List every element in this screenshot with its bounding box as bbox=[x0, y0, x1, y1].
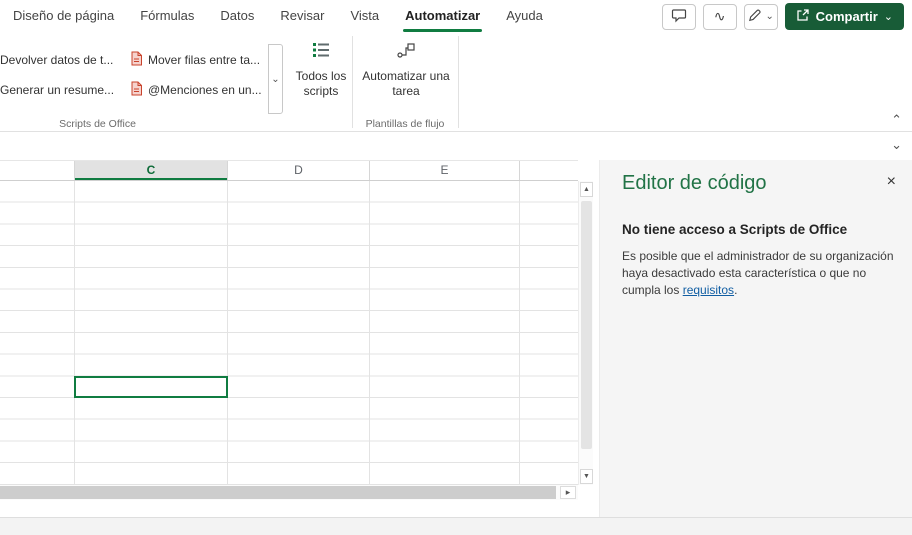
vertical-scrollbar[interactable]: ▲ ▼ bbox=[578, 181, 593, 485]
script-gallery-item[interactable]: Generar un resume... bbox=[0, 78, 126, 102]
no-access-message: Es posible que el administrador de su or… bbox=[622, 248, 898, 299]
gridline bbox=[227, 181, 228, 485]
script-item-label: Mover filas entre ta... bbox=[148, 53, 261, 67]
spreadsheet-grid[interactable] bbox=[0, 181, 578, 485]
chevron-down-icon: ⌄ bbox=[271, 73, 280, 85]
gridline bbox=[74, 181, 75, 485]
flow-icon bbox=[396, 40, 416, 63]
share-button[interactable]: Compartir ⌄ bbox=[784, 3, 904, 30]
expand-formula-bar-button[interactable]: ⌄ bbox=[891, 137, 902, 153]
column-headers: C D E bbox=[0, 160, 578, 181]
catch-up-button[interactable]: ∿ bbox=[702, 3, 737, 30]
pen-icon bbox=[747, 8, 762, 26]
message-text: . bbox=[734, 283, 738, 297]
automate-task-button[interactable]: Automatizar una tarea bbox=[358, 40, 454, 124]
gallery-more-button[interactable]: ⌄ bbox=[268, 44, 283, 114]
topbar-actions: ∿ ⌄ Compartir ⌄ bbox=[661, 3, 904, 30]
all-scripts-label: Todos los scripts bbox=[295, 69, 347, 98]
automate-task-label: Automatizar una tarea bbox=[362, 69, 450, 98]
column-header-e[interactable]: E bbox=[370, 161, 520, 180]
tab-diseno-de-pagina[interactable]: Diseño de página bbox=[0, 0, 127, 32]
scroll-up-icon: ▲ bbox=[583, 186, 590, 193]
gridline bbox=[369, 181, 370, 485]
message-text: Es posible que el administrador de su or… bbox=[622, 249, 894, 297]
comment-icon bbox=[671, 7, 687, 26]
tab-formulas[interactable]: Fórmulas bbox=[127, 0, 207, 32]
ribbon-automatizar: Devolver datos de t... Mover filas entre… bbox=[0, 32, 912, 132]
office-script-icon bbox=[130, 51, 143, 69]
script-gallery-item[interactable]: @Menciones en un... bbox=[130, 78, 268, 102]
comments-button[interactable] bbox=[661, 3, 696, 30]
scroll-down-button[interactable]: ▼ bbox=[580, 469, 593, 484]
column-header-d[interactable]: D bbox=[228, 161, 370, 180]
script-item-label: Generar un resume... bbox=[0, 83, 115, 97]
tab-ayuda[interactable]: Ayuda bbox=[493, 0, 556, 32]
collapse-ribbon-button[interactable]: ⌃ bbox=[891, 112, 902, 128]
column-header-c[interactable]: C bbox=[75, 161, 228, 180]
script-item-label: Devolver datos de t... bbox=[0, 53, 114, 67]
office-script-icon bbox=[130, 81, 143, 99]
all-scripts-icon bbox=[311, 40, 331, 63]
group-separator bbox=[352, 36, 353, 128]
close-icon: × bbox=[886, 173, 896, 190]
requisitos-link[interactable]: requisitos bbox=[683, 283, 734, 297]
code-editor-pane: Editor de código × No tiene acceso a Scr… bbox=[599, 160, 912, 517]
column-header-partial[interactable] bbox=[0, 161, 75, 180]
share-button-label: Compartir bbox=[815, 9, 878, 24]
tab-vista[interactable]: Vista bbox=[337, 0, 392, 32]
scroll-up-button[interactable]: ▲ bbox=[580, 182, 593, 197]
scroll-right-icon: ▸ bbox=[565, 487, 571, 497]
tab-revisar[interactable]: Revisar bbox=[267, 0, 337, 32]
tab-automatizar[interactable]: Automatizar bbox=[392, 0, 493, 32]
chevron-down-icon: ⌄ bbox=[891, 137, 902, 152]
script-gallery-item[interactable]: Mover filas entre ta... bbox=[130, 48, 268, 72]
group-separator bbox=[458, 36, 459, 128]
close-pane-button[interactable]: × bbox=[887, 174, 896, 190]
chevron-down-icon: ⌄ bbox=[883, 11, 893, 23]
scroll-down-icon: ▼ bbox=[583, 473, 590, 480]
gridline bbox=[519, 181, 520, 485]
pane-title: Editor de código bbox=[622, 172, 767, 194]
chevron-down-icon: ⌄ bbox=[765, 11, 774, 22]
activity-icon: ∿ bbox=[713, 8, 726, 24]
selected-cell[interactable] bbox=[74, 376, 228, 399]
status-bar-area bbox=[0, 517, 912, 535]
horizontal-scrollbar[interactable]: ▸ bbox=[0, 485, 578, 500]
group-label-plantillas-de-flujo: Plantillas de flujo bbox=[365, 118, 445, 130]
draw-button[interactable]: ⌄ bbox=[743, 3, 778, 30]
tab-datos[interactable]: Datos bbox=[207, 0, 267, 32]
scroll-right-button[interactable]: ▸ bbox=[560, 486, 576, 499]
group-label-scripts-de-office: Scripts de Office bbox=[59, 118, 136, 130]
all-scripts-button[interactable]: Todos los scripts bbox=[292, 40, 350, 124]
script-item-label: @Menciones en un... bbox=[148, 83, 262, 97]
chevron-up-icon: ⌃ bbox=[891, 112, 902, 127]
horizontal-scrollbar-thumb[interactable] bbox=[0, 486, 556, 499]
vertical-scrollbar-thumb[interactable] bbox=[581, 201, 592, 449]
script-gallery-item[interactable]: Devolver datos de t... bbox=[0, 48, 126, 72]
no-access-heading: No tiene acceso a Scripts de Office bbox=[622, 222, 848, 237]
excel-web-window: Diseño de página Fórmulas Datos Revisar … bbox=[0, 0, 912, 535]
share-icon bbox=[796, 8, 810, 25]
column-header-blank bbox=[520, 161, 578, 180]
